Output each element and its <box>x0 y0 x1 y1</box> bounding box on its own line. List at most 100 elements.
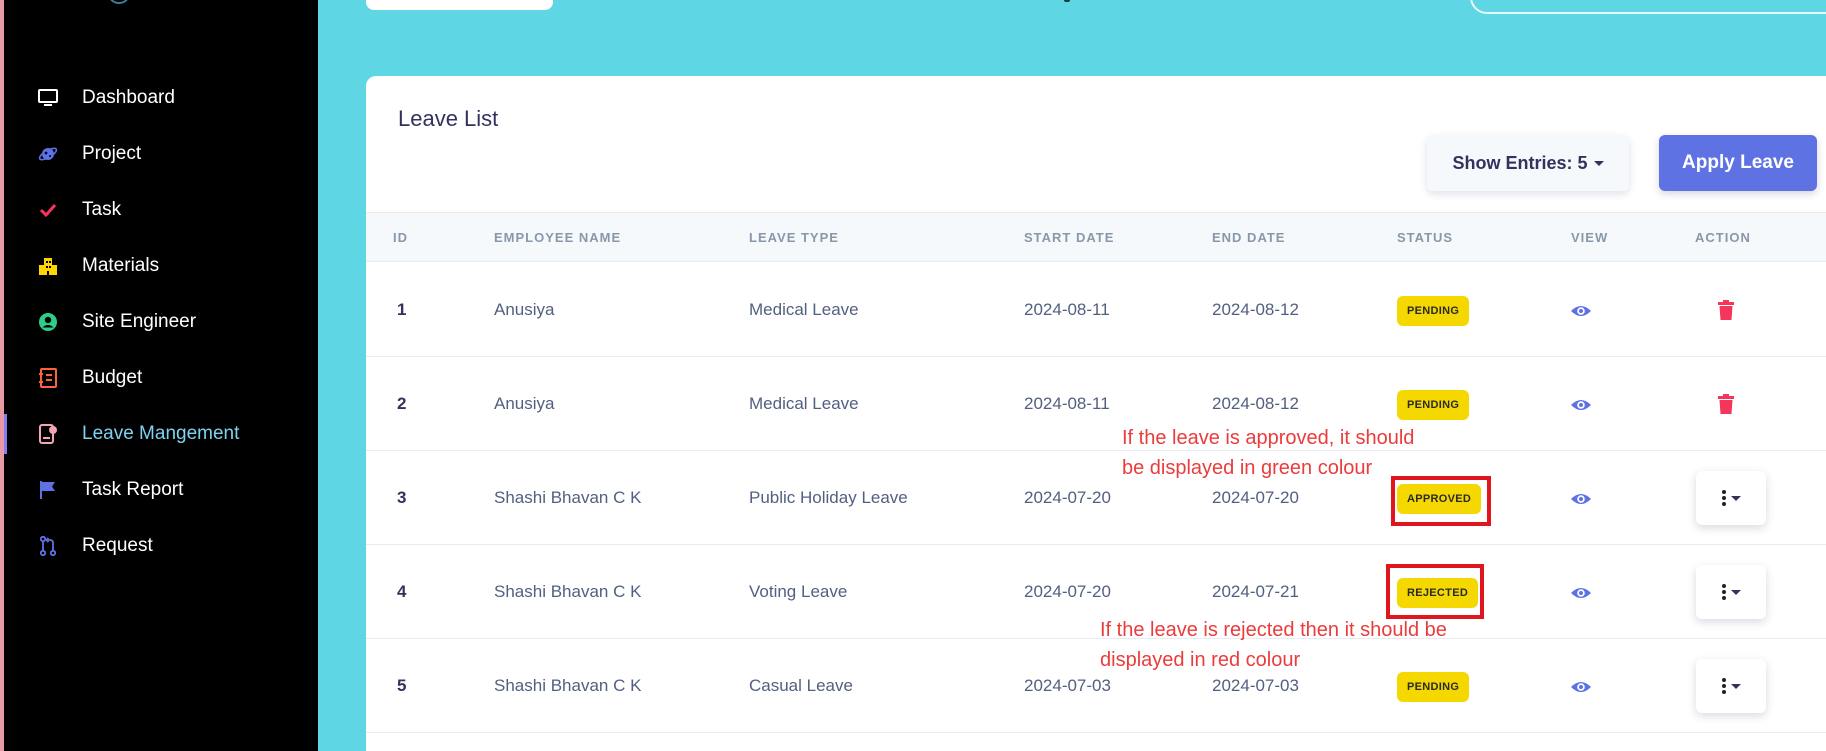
budget-icon <box>38 368 58 388</box>
column-header-employee-name[interactable]: EMPLOYEE NAME <box>494 230 621 245</box>
status-badge: PENDING <box>1397 390 1470 420</box>
user-circle-icon <box>38 312 58 332</box>
sidebar-item-label: Task Report <box>82 479 184 500</box>
sidebar-item-dashboard[interactable]: Dashboard <box>4 70 318 126</box>
table-row: 3 Shashi Bhavan C K Public Holiday Leave… <box>366 451 1826 545</box>
kebab-icon <box>1721 490 1726 506</box>
column-header-start-date[interactable]: START DATE <box>1024 230 1114 245</box>
sidebar-item-label: Request <box>82 535 153 556</box>
row-action-menu-button[interactable] <box>1696 471 1766 525</box>
table-row: 1 Anusiya Medical Leave 2024-08-11 2024-… <box>366 263 1826 357</box>
apply-leave-button[interactable]: Apply Leave <box>1659 135 1817 191</box>
sidebar-item-project[interactable]: Project <box>4 126 318 182</box>
cell-employee-name: Shashi Bhavan C K <box>494 676 642 695</box>
logo-icon <box>109 0 129 4</box>
sidebar-item-task[interactable]: Task <box>4 182 318 238</box>
kebab-icon <box>1721 584 1726 600</box>
check-icon <box>38 200 58 220</box>
status-badge: PENDING <box>1397 672 1470 702</box>
header-glyph <box>1064 0 1070 2</box>
column-header-end-date[interactable]: END DATE <box>1212 230 1285 245</box>
cell-id: 2 <box>397 394 407 413</box>
cell-employee-name: Anusiya <box>494 300 555 319</box>
sidebar-item-label: Site Engineer <box>82 311 197 332</box>
cell-leave-type: Medical Leave <box>749 394 859 413</box>
chevron-down-icon <box>1730 495 1741 501</box>
sidebar-item-site-engineer[interactable]: Site Engineer <box>4 294 318 350</box>
monitor-icon <box>38 88 58 108</box>
approved-annotation-line1: If the leave is approved, it should <box>1122 427 1415 449</box>
sidebar-item-label: Leave Mangement <box>82 423 240 444</box>
table-row: 4 Shashi Bhavan C K Voting Leave 2024-07… <box>366 545 1826 639</box>
delete-trash-icon[interactable] <box>1717 393 1735 415</box>
cell-end-date: 2024-07-21 <box>1212 582 1299 601</box>
row-action-menu-button[interactable] <box>1696 659 1766 713</box>
sidebar-item-budget[interactable]: Budget <box>4 350 318 406</box>
cell-id: 1 <box>397 300 407 319</box>
view-eye-icon[interactable] <box>1570 582 1592 604</box>
kebab-icon <box>1721 678 1726 694</box>
header-button[interactable] <box>366 0 553 10</box>
status-badge: PENDING <box>1397 296 1470 326</box>
cell-start-date: 2024-08-11 <box>1024 394 1110 413</box>
view-eye-icon[interactable] <box>1570 488 1592 510</box>
column-header-leave-type[interactable]: LEAVE TYPE <box>749 230 839 245</box>
rejected-annotation-line1: If the leave is rejected then it should … <box>1100 619 1447 641</box>
cell-start-date: 2024-07-20 <box>1024 582 1111 601</box>
rejected-annotation: If the leave is rejected then it should … <box>1100 615 1447 675</box>
view-eye-icon[interactable] <box>1570 394 1592 416</box>
sidebar-item-request[interactable]: Request <box>4 518 318 574</box>
chevron-down-icon <box>1593 160 1604 166</box>
cell-start-date: 2024-08-11 <box>1024 300 1110 319</box>
approved-highlight-box <box>1391 476 1491 526</box>
table-header: ID EMPLOYEE NAME LEAVE TYPE START DATE E… <box>366 212 1826 262</box>
rejected-annotation-line2: displayed in red colour <box>1100 649 1301 671</box>
row-action-menu-button[interactable] <box>1696 565 1766 619</box>
cell-end-date: 2024-07-03 <box>1212 676 1299 695</box>
sidebar-item-leave-management[interactable]: Leave Mangement <box>4 406 318 462</box>
cell-leave-type: Medical Leave <box>749 300 859 319</box>
cell-start-date: 2024-07-03 <box>1024 676 1111 695</box>
show-entries-dropdown[interactable]: Show Entries: 5 <box>1427 135 1629 191</box>
chevron-down-icon <box>1730 683 1741 689</box>
cell-leave-type: Casual Leave <box>749 676 853 695</box>
cell-id: 3 <box>397 488 407 507</box>
cell-start-date: 2024-07-20 <box>1024 488 1111 507</box>
sidebar: Dashboard Project Task Materials Site En… <box>0 0 318 751</box>
pull-request-icon <box>38 536 58 556</box>
chevron-down-icon <box>1730 589 1741 595</box>
column-header-action[interactable]: ACTION <box>1695 230 1751 245</box>
page-title: Leave List <box>398 106 499 131</box>
cell-id: 4 <box>397 582 407 601</box>
cell-leave-type: Voting Leave <box>749 582 848 601</box>
header-search-input[interactable] <box>1470 0 1826 14</box>
view-eye-icon[interactable] <box>1570 676 1592 698</box>
view-eye-icon[interactable] <box>1570 300 1592 322</box>
table-row: 5 Shashi Bhavan C K Casual Leave 2024-07… <box>366 639 1826 733</box>
approved-annotation-line2: be displayed in green colour <box>1122 457 1373 479</box>
sidebar-item-label: Dashboard <box>82 87 175 108</box>
column-header-view[interactable]: VIEW <box>1571 230 1608 245</box>
flag-icon <box>38 480 58 500</box>
delete-trash-icon[interactable] <box>1717 299 1735 321</box>
column-header-id[interactable]: ID <box>393 230 408 245</box>
cell-leave-type: Public Holiday Leave <box>749 488 908 507</box>
sidebar-item-label: Budget <box>82 367 143 388</box>
column-header-status[interactable]: STATUS <box>1397 230 1453 245</box>
cell-employee-name: Shashi Bhavan C K <box>494 488 642 507</box>
cell-id: 5 <box>397 676 407 695</box>
sidebar-item-materials[interactable]: Materials <box>4 238 318 294</box>
sidebar-item-task-report[interactable]: Task Report <box>4 462 318 518</box>
planet-icon <box>38 144 58 164</box>
leave-icon <box>38 424 58 444</box>
building-icon <box>38 256 58 276</box>
sidebar-item-label: Materials <box>82 255 160 276</box>
cell-employee-name: Anusiya <box>494 394 555 413</box>
sidebar-item-label: Task <box>82 199 122 220</box>
cell-end-date: 2024-08-12 <box>1212 394 1299 413</box>
rejected-highlight-box <box>1386 564 1484 619</box>
sidebar-nav: Dashboard Project Task Materials Site En… <box>4 70 318 574</box>
leave-list-card: Leave List Show Entries: 5 Apply Leave I… <box>366 76 1826 751</box>
approved-annotation: If the leave is approved, it should be d… <box>1122 423 1414 483</box>
table-row: 2 Anusiya Medical Leave 2024-08-11 2024-… <box>366 357 1826 451</box>
